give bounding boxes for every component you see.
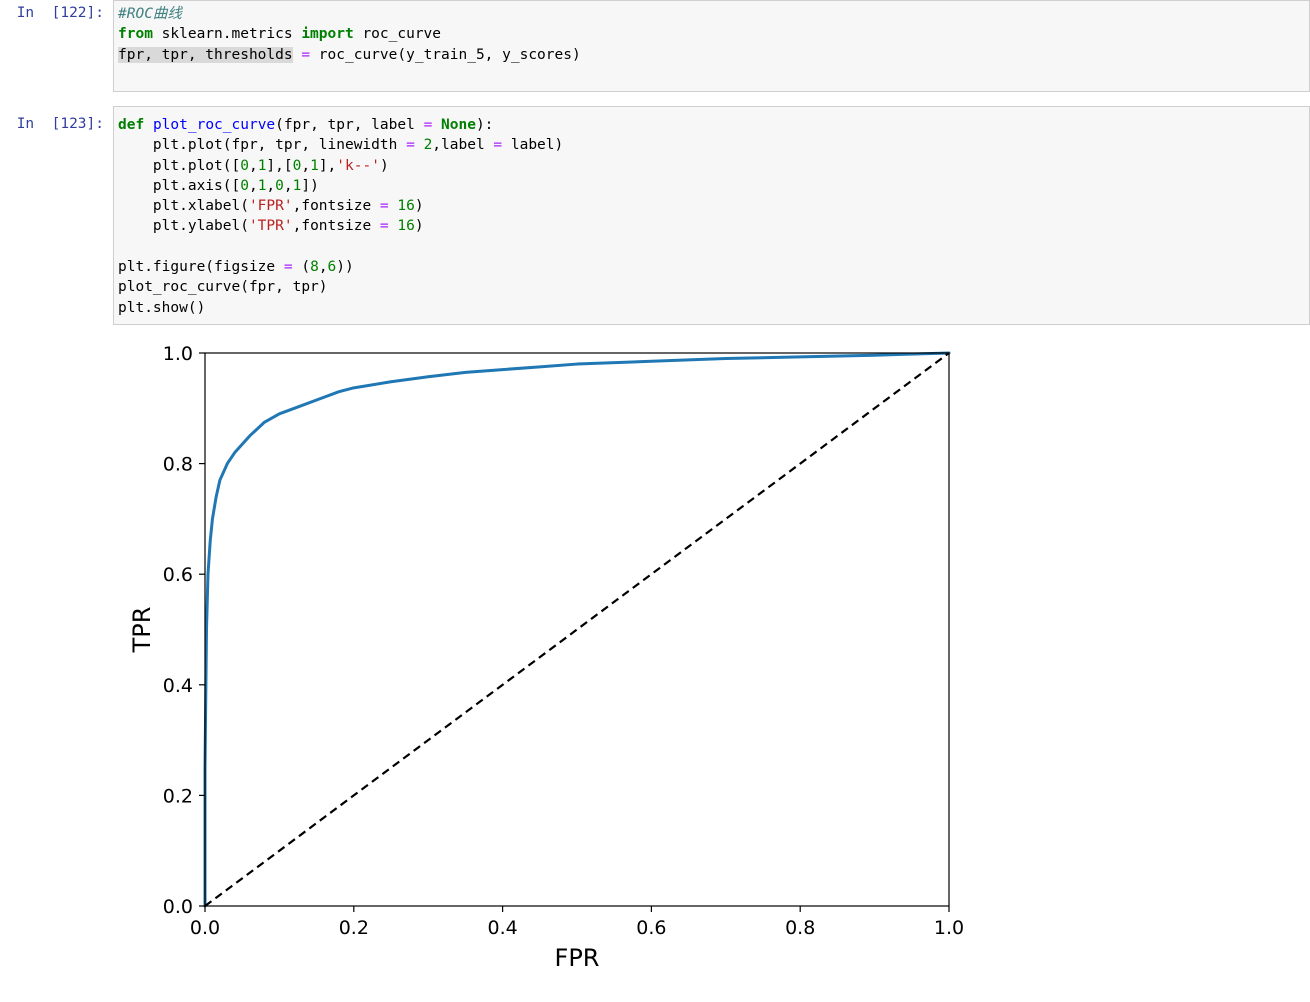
code-token: 0	[240, 157, 249, 174]
y-tick-label: 0.4	[163, 675, 193, 697]
code-editor[interactable]: #ROC曲线 from sklearn.metrics import roc_cu…	[114, 1, 1309, 65]
code-token: ,	[248, 157, 258, 174]
code-token: 1	[310, 157, 319, 174]
y-tick-label: 0.8	[163, 454, 193, 476]
code-token: #ROC曲线	[118, 6, 182, 22]
code-token: sklearn.metrics	[152, 26, 302, 43]
code-line: from sklearn.metrics import roc_curve	[118, 24, 1309, 44]
code-token: =	[423, 117, 433, 133]
code-token: 16	[397, 218, 415, 235]
y-tick-label: 0.2	[163, 785, 193, 807]
code-token: =	[301, 46, 311, 63]
code-token: =	[283, 259, 293, 276]
code-token: ,	[248, 177, 258, 194]
code-token: plt.axis([	[118, 177, 241, 194]
code-token: roc_curve	[353, 26, 442, 43]
code-token: ,	[266, 177, 276, 194]
code-token: 0	[240, 177, 249, 194]
code-token: ,label	[432, 137, 494, 154]
code-token: roc_curve(y_train_5, y_scores)	[310, 46, 581, 63]
code-line: plt.plot(fpr, tpr, linewidth = 2,label =…	[118, 135, 1309, 155]
code-line: plt.ylabel('TPR',fontsize = 16)	[118, 216, 1309, 236]
code-token: ):	[475, 117, 494, 133]
code-line: def plot_roc_curve(fpr, tpr, label = Non…	[118, 115, 1309, 135]
code-token: plt.plot([	[118, 157, 241, 174]
cell-prompt: In [123]:	[16, 116, 104, 132]
code-token: )	[414, 218, 424, 235]
code-token: 'FPR'	[248, 198, 293, 215]
diagonal-reference-line	[204, 352, 950, 907]
code-token: =	[406, 137, 415, 154]
code-line: plt.xlabel('FPR',fontsize = 16)	[118, 196, 1309, 216]
code-line: #ROC曲线	[118, 4, 1309, 24]
code-token: plt.show()	[118, 299, 206, 316]
code-token: (fpr, tpr, label	[275, 117, 424, 133]
code-token: )	[379, 157, 389, 174]
code-token: plot_roc_curve	[152, 117, 276, 133]
code-token: import	[301, 26, 354, 43]
code-line: plt.plot([0,1],[0,1],'k--')	[118, 156, 1309, 176]
code-token: (	[292, 259, 311, 276]
code-token: ])	[301, 177, 319, 194]
code-token: fpr, tpr, thresholds	[118, 46, 293, 63]
code-token: 0	[275, 177, 284, 194]
code-token: ],[	[266, 157, 293, 174]
code-token: ],	[318, 157, 337, 174]
code-token: )	[414, 198, 424, 215]
code-token: from	[118, 26, 153, 43]
code-token: ,fontsize	[292, 218, 380, 235]
code-token: =	[379, 198, 389, 215]
code-token: ,	[283, 177, 293, 194]
code-token: ))	[336, 259, 354, 276]
code-token: 8	[310, 259, 319, 276]
code-token: label)	[502, 137, 564, 154]
code-token: ,	[301, 157, 311, 174]
code-line: plt.show()	[118, 298, 1309, 318]
code-token: plt.plot(fpr, tpr, linewidth	[118, 137, 407, 154]
y-tick-label: 0.6	[163, 564, 193, 586]
code-editor[interactable]: def plot_roc_curve(fpr, tpr, label = Non…	[114, 107, 1309, 318]
code-line: plot_roc_curve(fpr, tpr)	[118, 277, 1309, 297]
code-token: =	[379, 218, 389, 235]
code-line: fpr, tpr, thresholds = roc_curve(y_train…	[118, 45, 1309, 65]
x-tick-label: 0.8	[785, 917, 815, 939]
roc-curve-plot: 0.0 0.2 0.4 0.6 0.8 1.0 0.0 0.2 0.4 0.6 0.8 1.0 FPR T…	[113, 330, 993, 995]
x-tick-label: 0.0	[190, 917, 220, 939]
x-tick-label: 0.4	[487, 917, 517, 939]
code-line: plt.figure(figsize = (8,6))	[118, 257, 1309, 277]
x-axis-title: FPR	[555, 944, 600, 972]
code-token: 2	[423, 137, 433, 154]
code-token: plot_roc_curve(fpr, tpr)	[118, 279, 328, 296]
cell-prompt: In [122]:	[16, 5, 104, 21]
y-tick-label: 1.0	[163, 343, 193, 365]
x-tick-label: 1.0	[934, 917, 964, 939]
roc-chart-svg: 0.0 0.2 0.4 0.6 0.8 1.0 0.0 0.2 0.4 0.6 0.8 1.0 FPR T…	[128, 343, 964, 972]
code-token: plt.figure(figsize	[118, 259, 284, 276]
code-token: ,	[318, 259, 328, 276]
code-cell-123[interactable]: In [123]: def plot_roc_curve(fpr, tpr, l…	[0, 105, 1310, 325]
y-axis-title: TPR	[128, 607, 156, 654]
code-token: plt.xlabel(	[118, 198, 249, 215]
code-token: 'TPR'	[248, 218, 293, 235]
code-token: 'k--'	[336, 157, 380, 174]
code-token: 16	[397, 198, 415, 215]
code-token: plt.ylabel(	[118, 218, 249, 235]
code-token: =	[493, 137, 503, 154]
code-token: 6	[327, 259, 337, 276]
code-line: plt.axis([0,1,0,1])	[118, 176, 1309, 196]
code-token: def	[118, 117, 145, 133]
y-tick-label: 0.0	[163, 896, 193, 918]
code-cell-122[interactable]: In [122]: #ROC曲线 from sklearn.metrics imp…	[0, 0, 1310, 92]
x-tick-label: 0.2	[339, 917, 369, 939]
code-input-area[interactable]: def plot_roc_curve(fpr, tpr, label = Non…	[113, 106, 1310, 325]
x-tick-label: 0.6	[636, 917, 666, 939]
code-token: ,fontsize	[292, 198, 380, 215]
code-token: None	[441, 117, 476, 133]
code-input-area[interactable]: #ROC曲线 from sklearn.metrics import roc_cu…	[113, 0, 1310, 92]
